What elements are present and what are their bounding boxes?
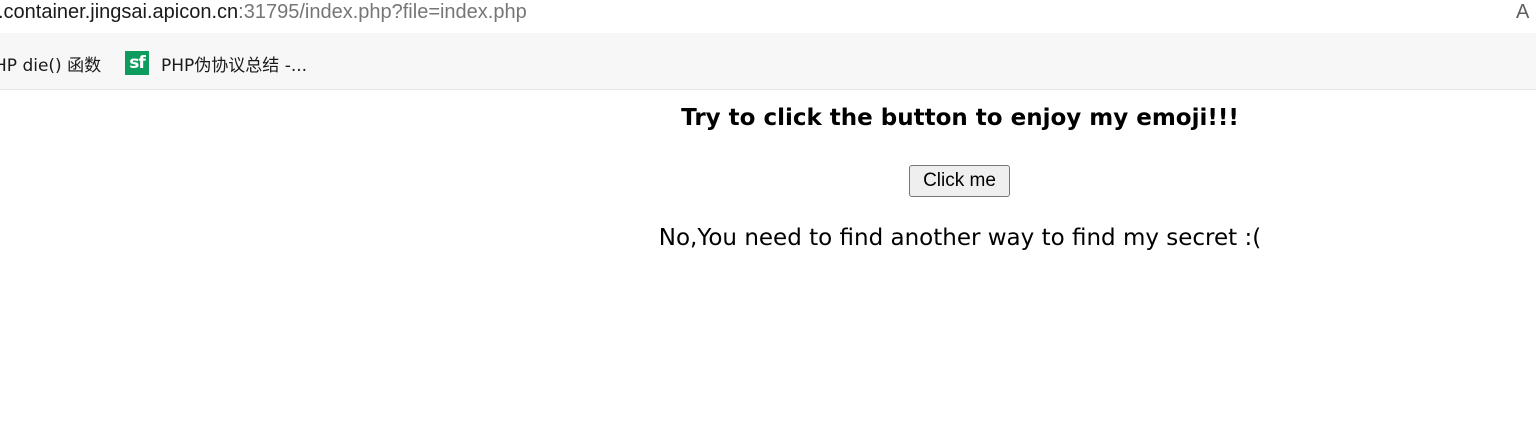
page-heading: Try to click the button to enjoy my emoj… [681,105,1239,131]
bookmark-label: HP die() 函数 [0,55,102,76]
page-content: Try to click the button to enjoy my emoj… [0,90,1536,422]
reader-mode-icon[interactable]: A [1516,0,1536,24]
button-wrapper: Click me [909,165,1010,197]
url-path: :31795/index.php?file=index.php [238,1,527,23]
bookmark-php-die[interactable]: HP die() 函数 [0,51,102,76]
url-text[interactable]: .container.jingsai.apicon.cn:31795/index… [0,0,527,24]
click-me-button[interactable]: Click me [909,165,1010,197]
result-message: No,You need to find another way to find … [658,225,1262,251]
bookmark-php-pseudo-protocol[interactable]: sf PHP伪协议总结 -... [125,51,308,76]
bookmarks-bar: HP die() 函数 sf PHP伪协议总结 -... [0,33,1536,90]
address-bar[interactable]: .container.jingsai.apicon.cn:31795/index… [0,0,1536,33]
bookmark-label: PHP伪协议总结 -... [161,55,308,76]
segmentfault-icon: sf [125,51,149,75]
url-host: .container.jingsai.apicon.cn [0,1,239,23]
